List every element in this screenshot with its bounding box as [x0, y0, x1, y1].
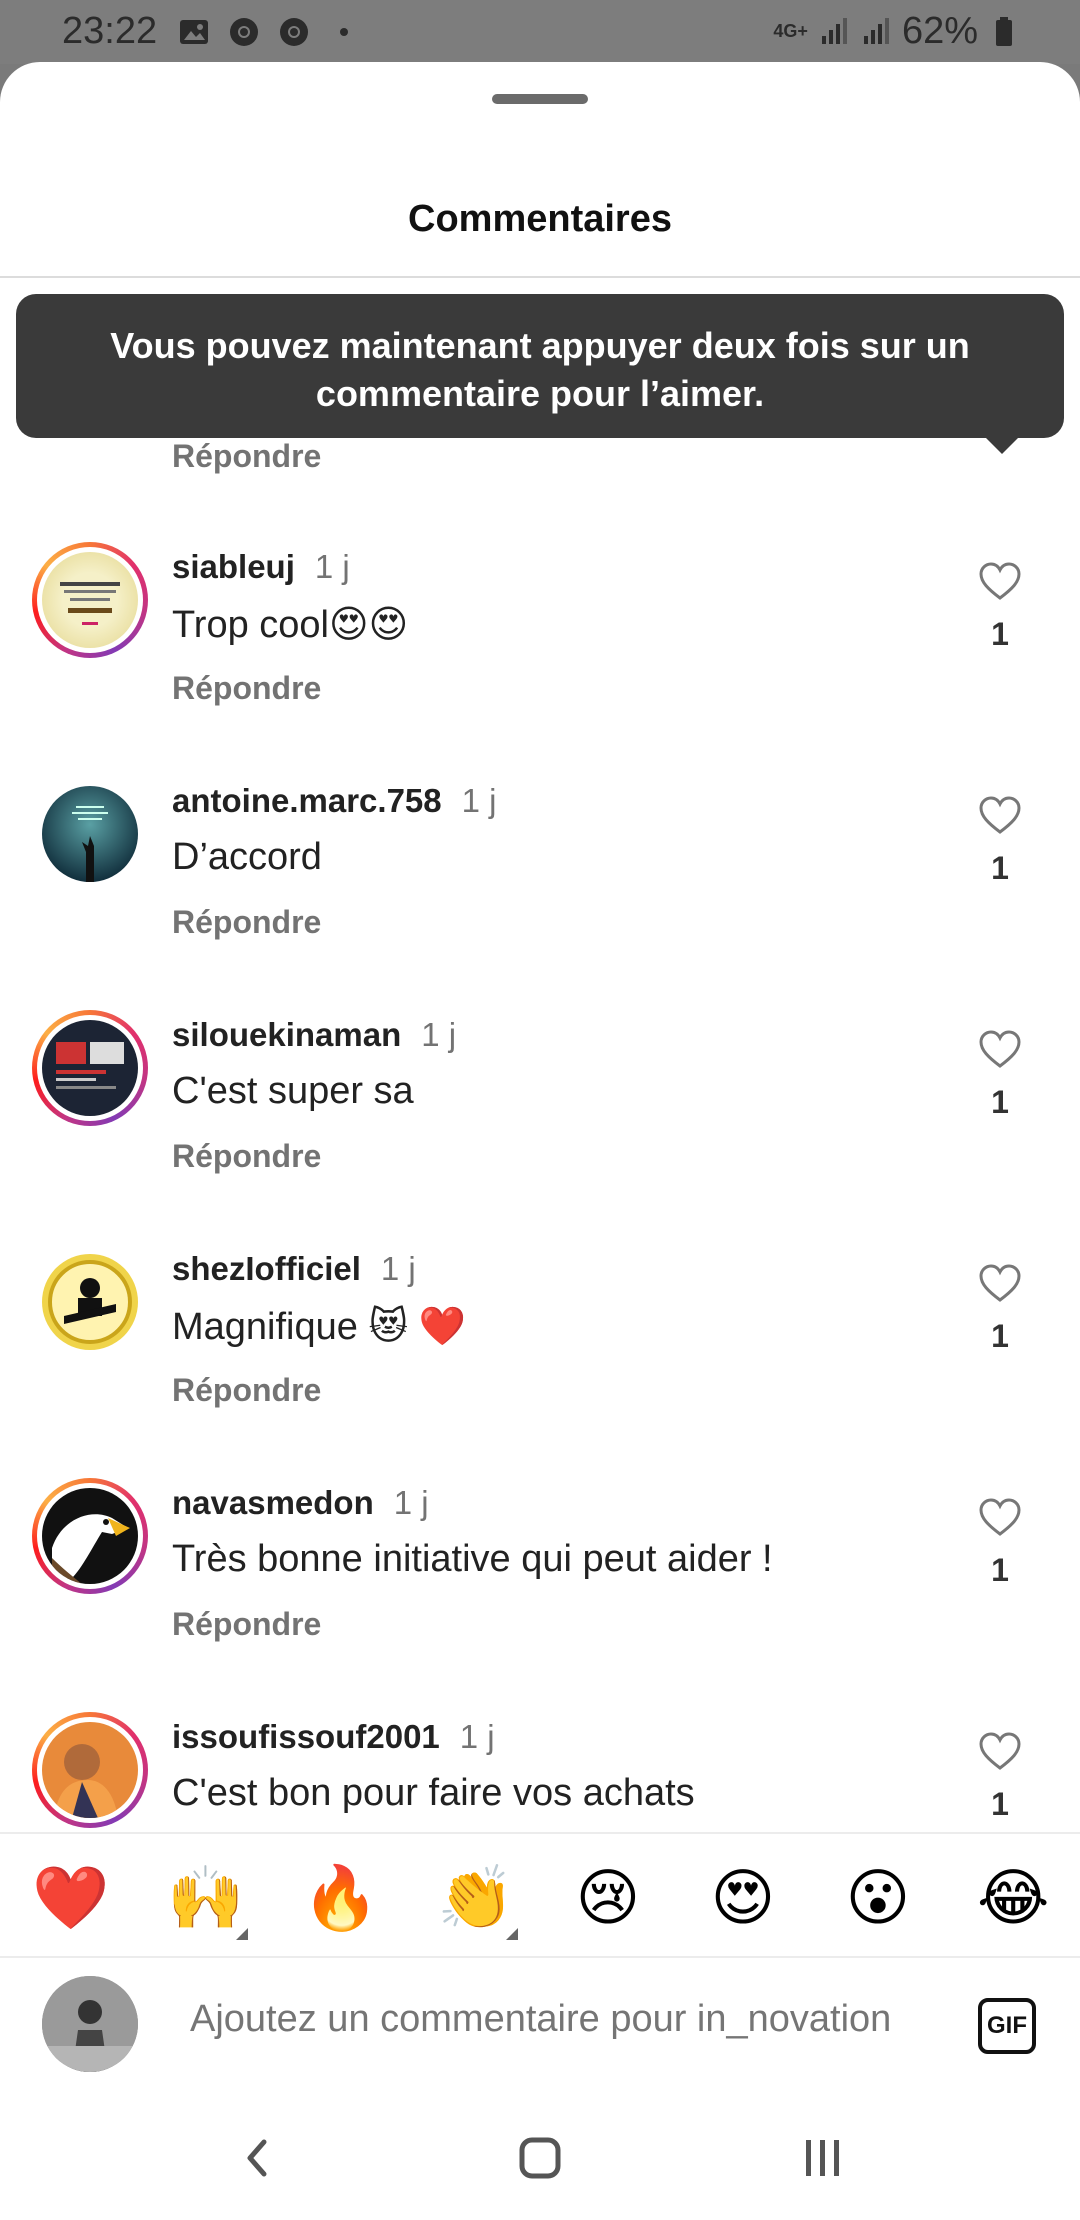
like-count: 1 — [991, 850, 1009, 886]
comment-time: 1 j — [461, 782, 497, 819]
comment-time: 1 j — [314, 548, 350, 585]
emoji-clapping[interactable]: 👏 — [437, 1862, 514, 1934]
my-avatar — [42, 1976, 138, 2072]
battery-icon — [996, 16, 1012, 46]
comment-text: D’accord — [172, 836, 322, 878]
signal-icon — [863, 17, 889, 44]
comment-text: Trop cool😍😍 — [172, 604, 409, 646]
gif-button[interactable]: GIF — [978, 1998, 1036, 2054]
like-count: 1 — [991, 1084, 1009, 1120]
network-type: 4G+ — [773, 21, 808, 41]
comment-time: 1 j — [459, 1718, 495, 1755]
signal-icon — [821, 17, 847, 44]
emoji-heart-eyes[interactable]: 😍 — [707, 1862, 779, 1934]
avatar[interactable] — [32, 1478, 148, 1594]
comment-username[interactable]: issoufissouf2001 1 j — [172, 1718, 495, 1756]
comment-text: Très bonne initiative qui peut aider ! — [172, 1538, 773, 1580]
reply-button[interactable]: Répondre — [172, 1372, 321, 1409]
avatar[interactable] — [32, 1712, 148, 1828]
comment-text: C'est bon pour faire vos achats — [172, 1772, 695, 1814]
comment-item[interactable]: shezIofficiel 1 j Magnifique 😻 ❤️ Répondr… — [0, 1244, 1080, 1478]
reply-button[interactable]: Répondre — [172, 670, 321, 707]
like-count: 1 — [991, 1552, 1009, 1588]
double-tap-tooltip[interactable]: Vous pouvez maintenant appuyer deux fois… — [16, 294, 1064, 438]
comment-composer: GIF — [0, 1958, 1080, 2088]
system-nav-bar — [0, 2088, 1080, 2220]
comment-text: C'est super sa — [172, 1070, 414, 1112]
comment-time: 1 j — [421, 1016, 457, 1053]
comment-username[interactable]: antoine.marc.758 1 j — [172, 782, 496, 820]
emoji-fire[interactable]: 🔥 — [302, 1862, 379, 1934]
like-count: 1 — [991, 1786, 1009, 1822]
recents-bars-icon[interactable] — [792, 2128, 852, 2188]
comment-username[interactable]: navasmedon 1 j — [172, 1484, 429, 1522]
emoji-laughing[interactable]: 😂 — [977, 1862, 1049, 1934]
emoji-heart[interactable]: ❤️ — [32, 1862, 109, 1934]
battery-percent: 62% — [901, 10, 978, 52]
home-square-icon[interactable] — [510, 2128, 570, 2188]
reply-button[interactable]: Répondre — [172, 438, 321, 475]
comment-username[interactable]: siableuj 1 j — [172, 548, 350, 586]
back-chevron-icon[interactable] — [228, 2128, 288, 2188]
like-count: 1 — [991, 1318, 1009, 1354]
heart-outline-icon[interactable] — [978, 1264, 1022, 1304]
emoji-crying[interactable]: 😢 — [572, 1862, 644, 1934]
comment-input[interactable] — [190, 1998, 950, 2041]
status-time: 23:22 — [62, 10, 158, 52]
comment-item[interactable]: antoine.marc.758 1 j D’accord Répondre 1 — [0, 776, 1080, 1010]
comment-username[interactable]: silouekinaman 1 j — [172, 1016, 456, 1054]
drag-handle[interactable] — [492, 94, 588, 104]
reply-button[interactable]: Répondre — [172, 904, 321, 941]
notification-icons — [178, 16, 360, 48]
like-count: 1 — [991, 616, 1009, 652]
avatar[interactable] — [32, 1010, 148, 1126]
heart-outline-icon[interactable] — [978, 562, 1022, 602]
emoji-reaction-bar: ❤️ 🙌 🔥 👏 😢 😍 😮 😂 — [0, 1832, 1080, 1958]
heart-outline-icon[interactable] — [978, 1030, 1022, 1070]
comment-username[interactable]: shezIofficiel 1 j — [172, 1250, 416, 1288]
comment-time: 1 j — [393, 1484, 429, 1521]
heart-outline-icon[interactable] — [978, 1732, 1022, 1772]
chrome-icon — [280, 18, 308, 46]
avatar[interactable] — [42, 786, 138, 882]
tooltip-arrow — [984, 436, 1020, 454]
avatar[interactable] — [32, 542, 148, 658]
comment-item[interactable]: navasmedon 1 j Très bonne initiative qui … — [0, 1478, 1080, 1712]
comment-text: Magnifique 😻 ❤️ — [172, 1306, 466, 1348]
skin-tone-indicator — [236, 1928, 248, 1940]
emoji-surprised[interactable]: 😮 — [842, 1862, 914, 1934]
comment-item[interactable]: siableuj 1 j Trop cool😍😍 Répondre 1 — [0, 542, 1080, 776]
heart-outline-icon[interactable] — [978, 796, 1022, 836]
sheet-title: Commentaires — [408, 198, 672, 240]
status-bar: 23:22 4G+ 62% — [0, 0, 1080, 64]
divider — [0, 276, 1080, 278]
reply-button[interactable]: Répondre — [172, 1138, 321, 1175]
heart-outline-icon[interactable] — [978, 1498, 1022, 1538]
chrome-icon — [230, 18, 258, 46]
system-icons: 4G+ 62% — [773, 10, 1020, 53]
emoji-raising-hands[interactable]: 🙌 — [167, 1862, 244, 1934]
skin-tone-indicator — [506, 1928, 518, 1940]
avatar[interactable] — [42, 1254, 138, 1350]
gallery-icon — [180, 20, 208, 44]
dot-icon — [340, 28, 348, 36]
reply-button[interactable]: Répondre — [172, 1606, 321, 1643]
comment-time: 1 j — [380, 1250, 416, 1287]
comment-item[interactable]: silouekinaman 1 j C'est super sa Répondre… — [0, 1010, 1080, 1244]
